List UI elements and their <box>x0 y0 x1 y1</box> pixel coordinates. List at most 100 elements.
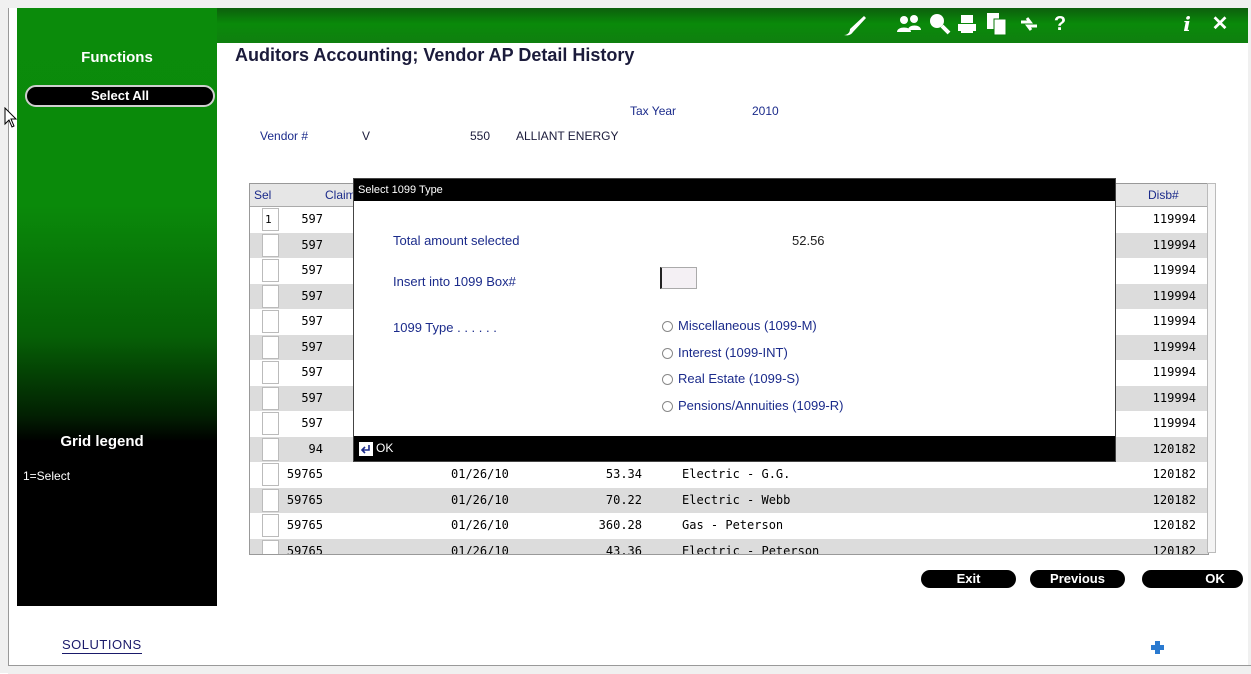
claim-cell: 597 <box>301 416 323 430</box>
tax-year-label: Tax Year <box>630 104 677 118</box>
radio-label: Pensions/Annuities (1099-R) <box>678 398 844 413</box>
select-cell[interactable] <box>262 233 279 257</box>
amount-cell: 43.36 <box>605 543 642 555</box>
claim-cell: 597 <box>301 339 323 354</box>
claim-cell: 597 <box>301 212 323 226</box>
header-disb[interactable]: Disb# <box>1148 184 1179 209</box>
copy-icon[interactable] <box>985 11 1009 37</box>
date-cell: 01/26/10 <box>451 492 509 507</box>
disb-cell: 120182 <box>1152 441 1196 456</box>
dialog-ok-label[interactable]: OK <box>376 436 393 461</box>
select-1099-dialog: Select 1099 Type Total amount selected 5… <box>354 179 1115 461</box>
disb-cell: 120182 <box>1152 518 1196 532</box>
amount-cell: 360.28 <box>598 518 642 532</box>
claim-cell: 59765 <box>286 492 323 507</box>
date-cell: 01/26/10 <box>451 543 509 555</box>
amount-cell: 53.34 <box>605 467 642 481</box>
users-icon[interactable] <box>895 13 923 35</box>
description-cell: Electric - Webb <box>682 492 791 507</box>
search-icon[interactable] <box>928 12 952 36</box>
print-icon[interactable] <box>956 13 978 35</box>
claim-cell: 597 <box>301 314 323 328</box>
table-row[interactable]: 59765 01/26/10 70.22 Electric - Webb 120182 <box>250 487 1208 513</box>
help-icon[interactable]: ? <box>1052 11 1068 37</box>
table-row[interactable]: 59765 01/26/10 360.28 Gas - Peterson 120182 <box>250 513 1208 538</box>
total-amount-value: 52.56 <box>792 233 825 248</box>
radio-interest[interactable]: Interest (1099-INT) <box>662 345 788 360</box>
disb-cell: 119994 <box>1152 314 1196 328</box>
header-sel[interactable]: Sel <box>254 184 271 209</box>
description-cell: Gas - Peterson <box>682 518 784 532</box>
select-cell[interactable] <box>262 284 279 308</box>
paintbrush-icon[interactable] <box>842 13 868 37</box>
disb-cell: 120182 <box>1152 543 1196 555</box>
radio-label: Real Estate (1099-S) <box>678 371 800 386</box>
disb-cell: 119994 <box>1152 365 1196 379</box>
grid-legend-title: Grid legend <box>60 433 144 450</box>
top-toolbar <box>217 8 1248 43</box>
disb-cell: 119994 <box>1152 237 1196 252</box>
radio-icon[interactable] <box>662 401 673 413</box>
claim-cell: 597 <box>301 288 323 303</box>
table-row[interactable]: 59765 01/26/10 53.34 Electric - G.G. 120182 <box>250 462 1208 487</box>
vendor-label: Vendor # <box>260 129 309 143</box>
select-cell[interactable] <box>262 488 279 512</box>
dialog-title: Select 1099 Type <box>354 179 1115 201</box>
table-row[interactable]: 59765 01/26/10 43.36 Electric - Peterson 120… <box>250 538 1208 555</box>
box-number-input[interactable] <box>660 267 697 289</box>
radio-icon[interactable] <box>662 321 673 333</box>
dialog-footer: OK <box>354 436 1115 461</box>
select-all-button[interactable]: Select All <box>25 85 215 107</box>
claim-cell: 597 <box>301 237 323 252</box>
header-claim[interactable]: Claim <box>325 184 356 209</box>
enter-icon[interactable] <box>359 442 373 456</box>
description-cell: Electric - Peterson <box>682 543 820 555</box>
select-cell[interactable] <box>262 386 279 410</box>
refresh-icon[interactable] <box>1018 13 1040 35</box>
claim-cell: 597 <box>301 263 323 277</box>
box-number-label: Insert into 1099 Box# <box>393 274 516 289</box>
radio-label: Interest (1099-INT) <box>678 345 788 360</box>
select-cell[interactable] <box>262 514 279 537</box>
tax-year-value: 2010 <box>752 104 779 118</box>
window-left-border <box>0 0 9 673</box>
date-cell: 01/26/10 <box>451 518 509 532</box>
date-cell: 01/26/10 <box>451 467 509 481</box>
radio-icon[interactable] <box>662 374 673 386</box>
info-icon[interactable]: i <box>1180 11 1194 37</box>
disb-cell: 119994 <box>1152 263 1196 277</box>
close-icon[interactable]: ✕ <box>1210 11 1230 37</box>
radio-miscellaneous[interactable]: Miscellaneous (1099-M) <box>662 318 817 333</box>
1099-type-label: 1099 Type . . . . . . <box>393 320 497 335</box>
select-cell[interactable] <box>262 437 279 461</box>
select-cell[interactable] <box>262 539 279 554</box>
select-cell[interactable] <box>262 463 279 486</box>
disb-cell: 119994 <box>1152 390 1196 405</box>
radio-real-estate[interactable]: Real Estate (1099-S) <box>662 371 799 386</box>
grid-scrollbar[interactable] <box>1207 183 1216 553</box>
exit-button[interactable]: Exit <box>921 570 1016 588</box>
previous-button[interactable]: Previous <box>1030 570 1125 588</box>
window-top-border <box>8 0 1251 8</box>
radio-pensions[interactable]: Pensions/Annuities (1099-R) <box>662 398 843 413</box>
select-cell[interactable] <box>262 259 279 282</box>
select-cell[interactable] <box>262 335 279 359</box>
disb-cell: 119994 <box>1152 416 1196 430</box>
add-icon[interactable] <box>1151 641 1164 654</box>
radio-icon[interactable] <box>662 348 673 360</box>
grid-legend-item: 1=Select <box>23 469 71 483</box>
select-cell[interactable] <box>262 361 279 384</box>
claim-cell: 597 <box>301 365 323 379</box>
ok-button[interactable]: OK <box>1142 570 1243 588</box>
select-cell[interactable] <box>262 412 279 435</box>
claim-cell: 597 <box>301 390 323 405</box>
page-title: Auditors Accounting; Vendor AP Detail Hi… <box>235 45 635 65</box>
vendor-number: 550 <box>470 129 491 143</box>
select-cell[interactable]: 1 <box>262 208 279 231</box>
select-cell[interactable] <box>262 310 279 333</box>
ok-button-group[interactable]: OK <box>359 441 393 467</box>
amount-cell: 70.22 <box>605 492 642 507</box>
claim-cell: 59765 <box>286 467 323 481</box>
disb-cell: 119994 <box>1152 339 1196 354</box>
vendor-type: V <box>362 129 371 143</box>
